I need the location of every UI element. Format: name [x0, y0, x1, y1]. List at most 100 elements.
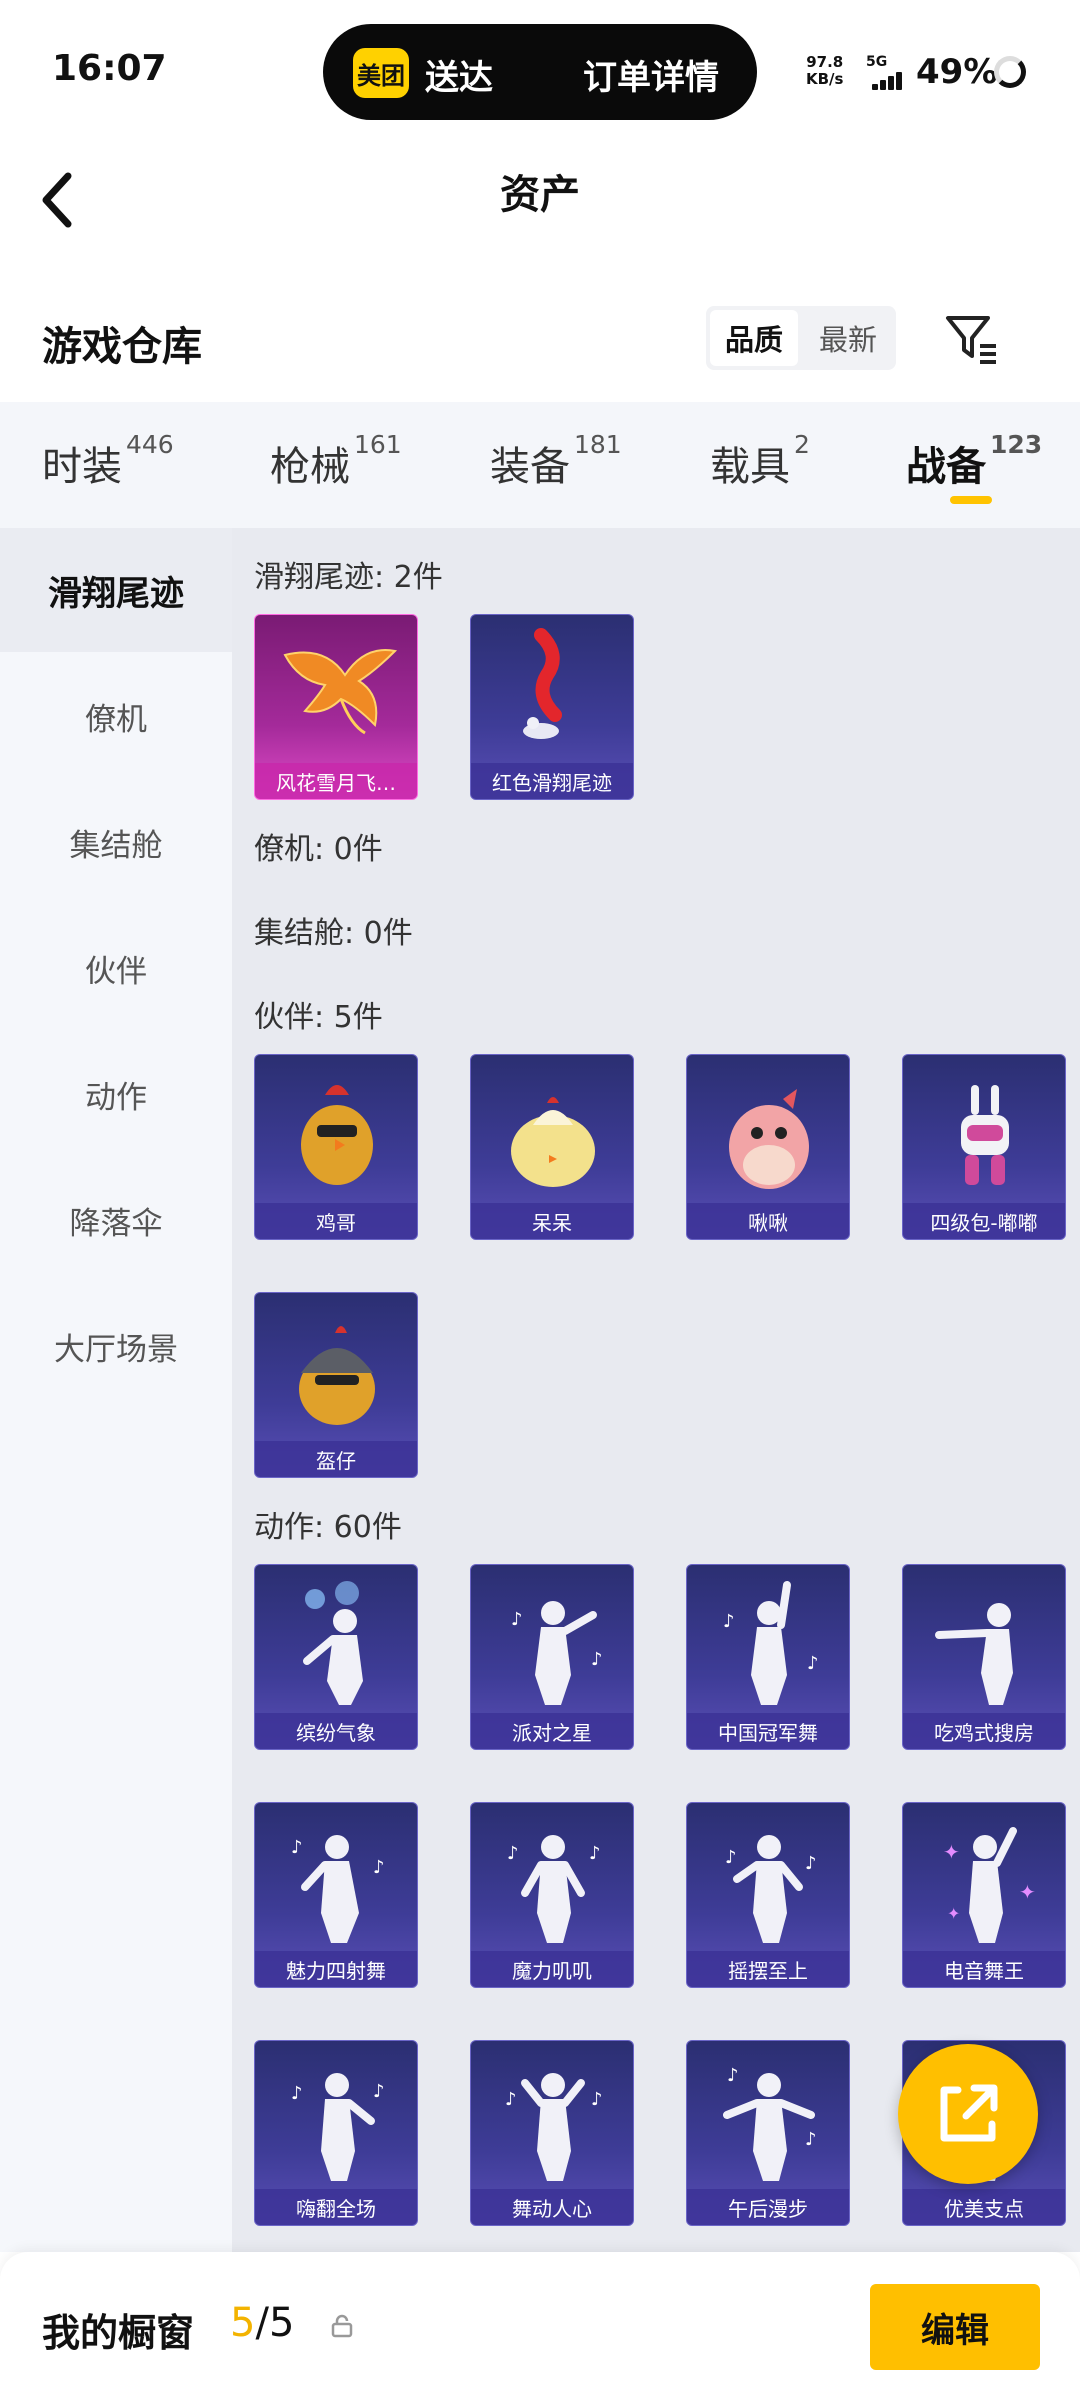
item-card[interactable]: 红色滑翔尾迹 [470, 614, 634, 800]
tab-label: 载具 [710, 444, 790, 490]
chicken-companion-art [301, 1085, 373, 1185]
svg-text:♪: ♪ [373, 2081, 385, 2102]
edit-button[interactable]: 编辑 [870, 2284, 1040, 2370]
pill-delivered-text: 送达 [425, 58, 493, 98]
item-label: 魔力叽叽 [471, 1951, 633, 1987]
dancer-silhouette-art: ♪♪ [723, 2065, 817, 2181]
warehouse-title: 游戏仓库 [42, 324, 202, 370]
svg-text:♪: ♪ [805, 1853, 817, 1874]
tab-label: 装备 [490, 444, 570, 490]
tab-equipment[interactable]: 装备 181 [490, 430, 622, 492]
tab-count: 2 [794, 430, 810, 459]
svg-text:♪: ♪ [511, 1609, 523, 1630]
item-label: 四级包-嘟嘟 [903, 1203, 1065, 1239]
item-label: 风花雪月飞… [255, 763, 417, 799]
showcase-count-separator: / [255, 2300, 269, 2346]
net-speed-unit: KB/s [806, 70, 844, 88]
svg-text:♪: ♪ [727, 2065, 739, 2086]
item-card[interactable]: ♪ ♪ 魅力四射舞 [254, 1802, 418, 1988]
section-title-companion: 伙伴: 5件 [254, 1000, 383, 1035]
svg-text:✦: ✦ [947, 1904, 960, 1923]
category-tabs: 时装 446 枪械 161 装备 181 载具 2 战备 123 [0, 402, 1080, 528]
dancer-silhouette-art [935, 1603, 1013, 1705]
dancer-silhouette-art: ♪♪ [723, 1581, 819, 1705]
svg-text:♪: ♪ [291, 2083, 303, 2104]
tab-label: 枪械 [270, 444, 350, 490]
sidebar: 滑翔尾迹 僚机 集结舱 伙伴 动作 降落伞 大厅场景 [0, 528, 232, 2252]
sidebar-item-rally-pod[interactable]: 集结舱 [0, 780, 232, 904]
tab-count: 181 [574, 430, 622, 459]
filter-icon [946, 316, 996, 364]
item-card[interactable]: ✦ ✦ ✦ 电音舞王 [902, 1802, 1066, 1988]
dancer-silhouette-art: ♪♪ [291, 2073, 385, 2181]
sidebar-item-wingman[interactable]: 僚机 [0, 654, 232, 778]
item-card[interactable]: ♪ ♪ 舞动人心 [470, 2040, 634, 2226]
svg-text:♪: ♪ [505, 2089, 517, 2110]
sidebar-item-companion[interactable]: 伙伴 [0, 906, 232, 1030]
battery-icon [994, 56, 1026, 88]
dancer-silhouette-art [303, 1581, 363, 1705]
item-grid-area: 滑翔尾迹: 2件 风花雪月飞… 红色滑翔尾迹 僚机: 0件 集结舱: 0件 伙伴… [232, 528, 1080, 2252]
my-showcase-title: 我的橱窗 [42, 2311, 195, 2355]
section-title-emote: 动作: 60件 [254, 1510, 402, 1545]
showcase-count-current: 5 [230, 2300, 256, 2346]
item-card[interactable]: ♪ ♪ 摇摆至上 [686, 1802, 850, 1988]
tab-battle-gear[interactable]: 战备 123 [906, 430, 1042, 492]
item-card[interactable]: 啾啾 [686, 1054, 850, 1240]
dancer-silhouette-art: ♪♪ [291, 1835, 385, 1943]
svg-text:♪: ♪ [591, 2089, 603, 2110]
section-title-glide-trail: 滑翔尾迹: 2件 [254, 560, 443, 595]
item-label: 魅力四射舞 [255, 1951, 417, 1987]
sidebar-item-emote[interactable]: 动作 [0, 1032, 232, 1156]
section-title-rally-pod: 集结舱: 0件 [254, 916, 413, 951]
helmet-chick-companion-art [299, 1326, 375, 1425]
item-card[interactable]: 鸡哥 [254, 1054, 418, 1240]
tab-guns[interactable]: 枪械 161 [270, 430, 402, 492]
order-pill[interactable]: 美团 送达 订单详情 [323, 24, 757, 120]
section-title-wingman: 僚机: 0件 [254, 832, 383, 867]
tab-fashion[interactable]: 时装 446 [42, 430, 174, 492]
status-bar: 16:07 美团 送达 订单详情 97.8 KB/s 5G 49% [0, 0, 1080, 140]
sidebar-item-lobby-scene[interactable]: 大厅场景 [0, 1284, 232, 1408]
item-card[interactable]: 风花雪月飞… [254, 614, 418, 800]
phoenix-trail-art [283, 649, 398, 735]
tab-vehicles[interactable]: 载具 2 [710, 430, 810, 492]
bird-companion-art [729, 1089, 809, 1189]
red-trail-art [523, 628, 562, 739]
active-tab-indicator [950, 496, 992, 504]
share-button[interactable] [898, 2044, 1038, 2184]
tab-count: 123 [990, 430, 1043, 459]
item-label: 啾啾 [687, 1203, 849, 1239]
item-card[interactable]: 吃鸡式搜房 [902, 1564, 1066, 1750]
network-type: 5G [866, 54, 888, 70]
item-card[interactable]: 盔仔 [254, 1292, 418, 1478]
item-card[interactable]: ♪ ♪ 嗨翻全场 [254, 2040, 418, 2226]
sort-newest-button[interactable]: 最新 [804, 310, 892, 366]
item-card[interactable]: 缤纷气象 [254, 1564, 418, 1750]
tab-count: 446 [126, 430, 174, 459]
item-label: 午后漫步 [687, 2189, 849, 2225]
filter-button[interactable] [944, 310, 1000, 366]
svg-text:✦: ✦ [943, 1840, 960, 1864]
svg-text:♪: ♪ [589, 1843, 601, 1864]
item-card[interactable]: ♪ ♪ 午后漫步 [686, 2040, 850, 2226]
item-label: 摇摆至上 [687, 1951, 849, 1987]
sort-toggle: 品质 最新 [706, 306, 896, 370]
sort-quality-button[interactable]: 品质 [710, 310, 798, 366]
svg-text:♪: ♪ [807, 1653, 819, 1674]
item-card[interactable]: 四级包-嘟嘟 [902, 1054, 1066, 1240]
tab-label: 战备 [906, 444, 986, 490]
item-card[interactable]: ♪ ♪ 中国冠军舞 [686, 1564, 850, 1750]
meituan-logo: 美团 [353, 48, 409, 98]
sidebar-item-glide-trail[interactable]: 滑翔尾迹 [0, 528, 232, 652]
item-label: 中国冠军舞 [687, 1713, 849, 1749]
item-card[interactable]: ♪ ♪ 魔力叽叽 [470, 1802, 634, 1988]
item-card[interactable]: ♪ ♪ 派对之星 [470, 1564, 634, 1750]
item-label: 舞动人心 [471, 2189, 633, 2225]
tab-label: 时装 [42, 444, 122, 490]
robot-companion-art [961, 1085, 1009, 1185]
sidebar-item-parachute[interactable]: 降落伞 [0, 1158, 232, 1282]
item-card[interactable]: 呆呆 [470, 1054, 634, 1240]
egg-chick-companion-art [511, 1097, 595, 1187]
dancer-silhouette-art: ✦ ✦ ✦ [943, 1827, 1036, 1943]
